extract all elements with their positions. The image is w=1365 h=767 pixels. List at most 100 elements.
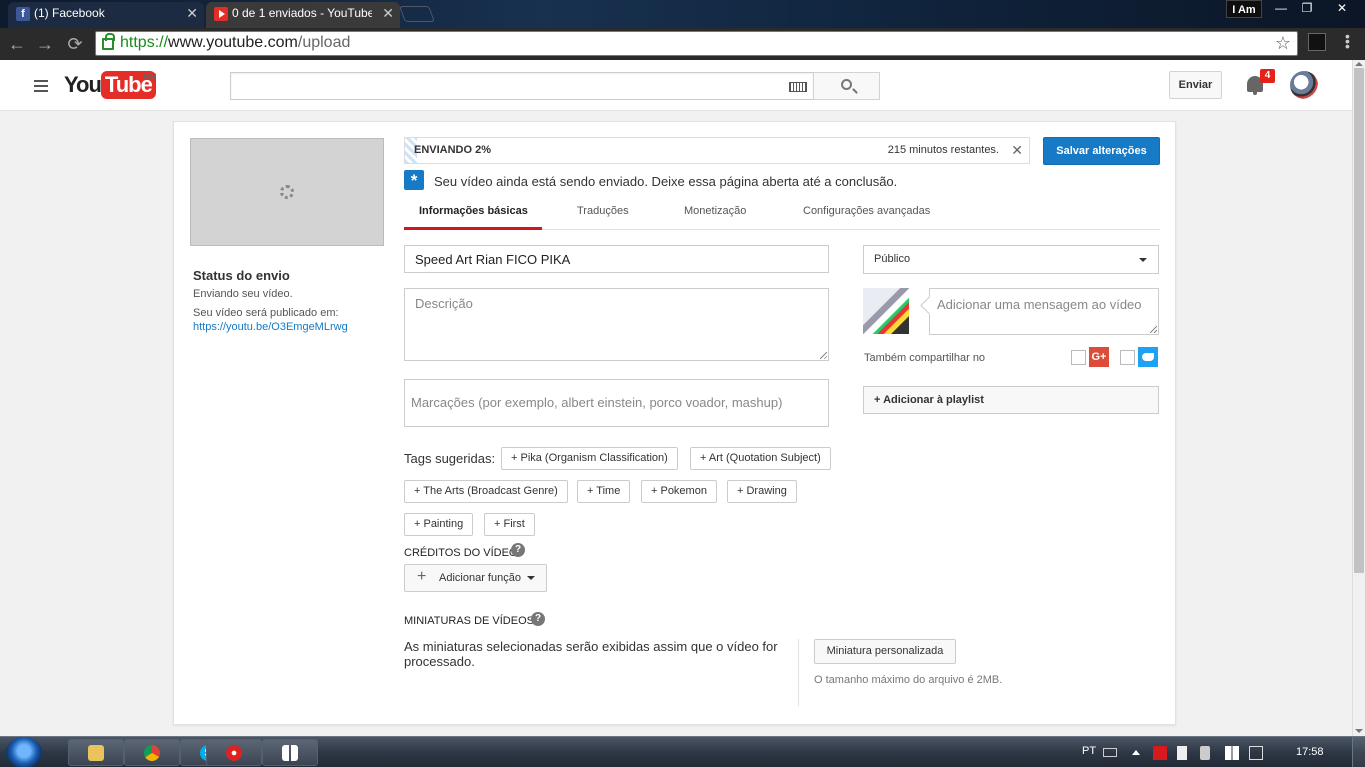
paint-icon xyxy=(226,745,242,761)
volume-icon[interactable] xyxy=(1200,746,1210,760)
help-icon[interactable]: ? xyxy=(511,543,525,557)
taskbar-paint[interactable] xyxy=(206,739,262,766)
add-to-playlist-button[interactable]: + Adicionar à playlist xyxy=(863,386,1159,414)
maximize-button[interactable]: ❐ xyxy=(1296,0,1318,18)
back-button[interactable]: ← xyxy=(6,34,28,54)
plus-icon: + xyxy=(417,568,427,585)
keyboard-icon[interactable] xyxy=(1103,748,1117,757)
tab-close-icon[interactable]: ✕ xyxy=(382,2,394,24)
reload-button[interactable]: ⟳ xyxy=(64,34,86,54)
description-field[interactable]: Descrição xyxy=(404,288,829,361)
suggested-tag-chip[interactable]: + Pokemon xyxy=(641,480,717,503)
close-window-button[interactable]: ✕ xyxy=(1320,0,1364,18)
save-changes-button[interactable]: Salvar alterações xyxy=(1043,137,1160,165)
facebook-icon: f xyxy=(16,7,30,21)
privacy-select[interactable]: Público xyxy=(863,245,1159,274)
share-message-input[interactable]: Adicionar uma mensagem ao vídeo xyxy=(929,288,1159,335)
tags-field[interactable]: Marcações (por exemplo, albert einstein,… xyxy=(404,379,829,427)
upload-notice: Seu vídeo ainda está sendo enviado. Deix… xyxy=(434,174,898,189)
tab-facebook[interactable]: f (1) Facebook ✕ xyxy=(8,2,204,28)
suggested-tag-chip[interactable]: + Painting xyxy=(404,513,474,536)
windows-tray-icon[interactable] xyxy=(1225,746,1239,760)
scroll-down-arrow-icon[interactable] xyxy=(1355,729,1363,733)
upload-status-title: Status do envio xyxy=(193,268,290,283)
search-icon xyxy=(841,79,852,90)
add-role-button[interactable]: + Adicionar função xyxy=(404,564,547,592)
browser-title-bar: f (1) Facebook ✕ 0 de 1 enviados - YouTu… xyxy=(0,0,1365,28)
suggested-tag-chip[interactable]: + Drawing xyxy=(727,480,797,503)
chevron-down-icon xyxy=(527,576,535,580)
resize-grip-icon[interactable] xyxy=(820,352,827,359)
page-scrollbar[interactable] xyxy=(1352,60,1365,736)
extension-icon[interactable] xyxy=(1308,33,1326,51)
tab-close-icon[interactable]: ✕ xyxy=(186,2,198,24)
guide-menu-icon[interactable] xyxy=(34,80,48,92)
also-share-label: Também compartilhar no xyxy=(864,352,986,364)
keyboard-icon[interactable] xyxy=(789,82,807,92)
youtube-icon xyxy=(214,7,228,21)
windows-taskbar: S PT 17:58 xyxy=(0,736,1365,767)
suggested-tag-chip[interactable]: + Time xyxy=(577,480,631,503)
scroll-thumb[interactable] xyxy=(1354,68,1364,573)
notification-count-badge: 4 xyxy=(1260,69,1275,83)
taskbar-windows-app[interactable] xyxy=(262,739,318,766)
bookmark-star-icon[interactable]: ☆ xyxy=(1275,32,1291,54)
profile-chip[interactable]: I Am xyxy=(1226,0,1262,18)
lock-icon xyxy=(102,33,115,50)
taskbar-explorer[interactable] xyxy=(68,739,124,766)
chrome-icon xyxy=(144,745,160,761)
thumbnails-info-text: As miniaturas selecionadas serão exibida… xyxy=(404,639,778,669)
description-placeholder: Descrição xyxy=(415,296,473,311)
upload-status-text: Enviando seu vídeo. xyxy=(193,288,293,300)
youtube-masthead: You Tube BR Enviar 4 xyxy=(0,60,1352,111)
antivirus-icon[interactable] xyxy=(1153,746,1167,760)
title-field[interactable]: Speed Art Rian FICO PIKA xyxy=(404,245,829,273)
tab-monetization[interactable]: Monetização xyxy=(684,205,746,217)
tab-youtube[interactable]: 0 de 1 enviados - YouTube ✕ xyxy=(206,2,400,28)
channel-avatar xyxy=(863,288,909,334)
share-twitter-checkbox[interactable] xyxy=(1120,350,1135,365)
upload-button[interactable]: Enviar xyxy=(1169,71,1222,99)
tab-translations[interactable]: Traduções xyxy=(577,205,629,217)
tab-label: 0 de 1 enviados - YouTube xyxy=(232,6,372,20)
tab-advanced-settings[interactable]: Configurações avançadas xyxy=(803,205,930,217)
language-indicator[interactable]: PT xyxy=(1082,745,1096,757)
windows-start-button[interactable] xyxy=(6,737,42,767)
scroll-up-arrow-icon[interactable] xyxy=(1355,62,1363,66)
action-center-flag-icon[interactable] xyxy=(1177,746,1187,760)
resize-grip-icon[interactable] xyxy=(1150,326,1157,333)
show-desktop-button[interactable] xyxy=(1352,737,1365,767)
video-url-link[interactable]: https://youtu.be/O3EmgeMLrwg xyxy=(193,321,348,333)
video-credits-heading: CRÉDITOS DO VÍDEO xyxy=(404,547,518,559)
suggested-tag-chip[interactable]: + First xyxy=(484,513,535,536)
taskbar-clock[interactable]: 17:58 xyxy=(1296,746,1324,758)
address-bar[interactable]: https://www.youtube.com/upload ☆ xyxy=(95,31,1298,56)
taskbar-chrome[interactable] xyxy=(124,739,180,766)
country-code: BR xyxy=(143,72,157,83)
loading-spinner-icon xyxy=(280,185,294,199)
search-button[interactable] xyxy=(813,72,880,100)
tab-basic-info[interactable]: Informações básicas xyxy=(419,205,528,217)
account-avatar[interactable] xyxy=(1290,71,1318,99)
share-gplus-checkbox[interactable] xyxy=(1071,350,1086,365)
chrome-menu-icon[interactable]: • • • xyxy=(1345,29,1359,53)
custom-thumbnail-button[interactable]: Miniatura personalizada xyxy=(814,639,956,664)
folder-icon xyxy=(88,745,104,761)
url-text: https://www.youtube.com/upload xyxy=(120,34,351,51)
cancel-upload-icon[interactable]: ✕ xyxy=(1011,142,1023,159)
browser-toolbar: ← → ⟳ https://www.youtube.com/upload ☆ xyxy=(0,28,1365,60)
new-tab-button[interactable] xyxy=(399,6,435,22)
twitter-icon xyxy=(1138,347,1158,367)
suggested-tag-chip[interactable]: + Art (Quotation Subject) xyxy=(690,447,831,470)
help-icon[interactable]: ? xyxy=(531,612,545,626)
suggested-tags-label: Tags sugeridas: xyxy=(404,451,496,466)
info-star-icon: * xyxy=(404,170,424,190)
forward-button[interactable]: → xyxy=(34,34,56,54)
network-icon[interactable] xyxy=(1249,746,1263,760)
video-thumbnails-heading: MINIATURAS DE VÍDEOS xyxy=(404,615,534,627)
show-hidden-icons-icon[interactable] xyxy=(1132,750,1140,755)
suggested-tag-chip[interactable]: + Pika (Organism Classification) xyxy=(501,447,678,470)
search-input[interactable] xyxy=(230,72,814,100)
minimize-button[interactable]: — xyxy=(1266,0,1296,18)
suggested-tag-chip[interactable]: + The Arts (Broadcast Genre) xyxy=(404,480,568,503)
